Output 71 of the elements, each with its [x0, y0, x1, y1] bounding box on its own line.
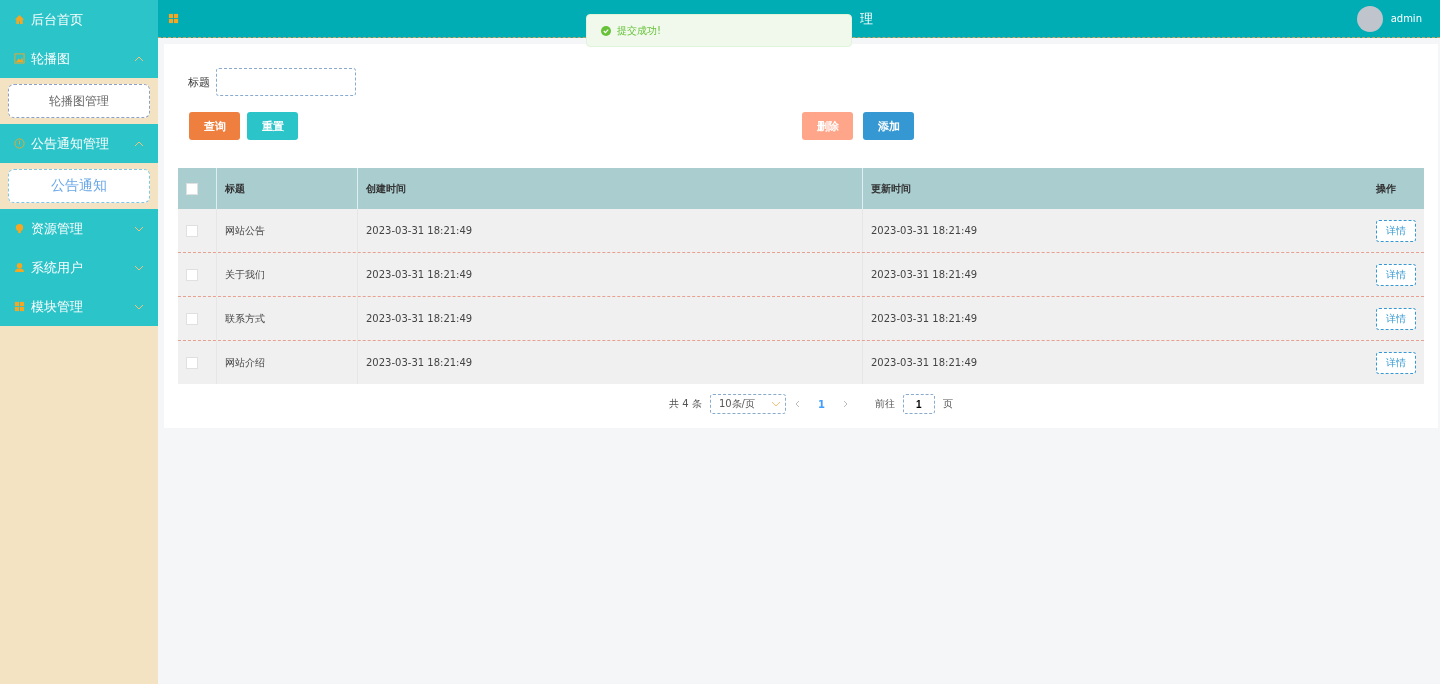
chevron-up-icon	[134, 55, 144, 62]
title-input[interactable]	[216, 68, 356, 96]
prev-icon[interactable]	[793, 400, 800, 408]
menu-item[interactable]: 资源管理	[0, 209, 158, 248]
home-icon	[14, 14, 25, 25]
page-suffix: 页	[942, 397, 953, 411]
menu-item[interactable]: 轮播图	[0, 39, 158, 78]
menu-label: 轮播图	[31, 49, 71, 68]
row-checkbox[interactable]	[186, 356, 198, 369]
reset-button[interactable]: 重置	[247, 112, 298, 140]
menu-label: 资源管理	[31, 219, 84, 238]
query-button[interactable]: 查询	[189, 112, 240, 140]
table-cell: 2023-03-31 18:21:49	[871, 313, 978, 324]
menu-label: 系统用户	[31, 258, 84, 277]
info-icon	[14, 138, 25, 149]
table-cell: 网站公告	[225, 223, 265, 238]
menu-label: 后台首页	[31, 10, 84, 29]
page-size-select[interactable]: 10条/页	[709, 394, 786, 414]
chevron-down-icon	[134, 303, 144, 310]
select-all-checkbox[interactable]	[186, 182, 198, 195]
table-cell: 2023-03-31 18:21:49	[366, 313, 473, 324]
field-label: 标题	[188, 74, 210, 90]
grid-icon	[14, 301, 25, 312]
avatar[interactable]	[1356, 5, 1383, 32]
table-cell: 关于我们	[225, 267, 265, 282]
menu-item[interactable]: 模块管理	[0, 287, 158, 326]
column-header: 更新时间	[871, 181, 911, 196]
menu-label: 模块管理	[31, 297, 84, 316]
chevron-down-icon	[770, 401, 781, 407]
row-checkbox[interactable]	[186, 268, 198, 281]
table-cell: 2023-03-31 18:21:49	[366, 225, 473, 236]
bulb-icon	[14, 223, 25, 234]
image-icon	[14, 53, 25, 64]
submenu-item[interactable]: 公告通知	[8, 169, 150, 203]
detail-button[interactable]: 详情	[1376, 351, 1416, 374]
table-cell: 2023-03-31 18:21:49	[366, 269, 473, 280]
column-header: 标题	[225, 181, 245, 196]
check-circle-icon	[601, 25, 611, 36]
user-icon	[14, 262, 25, 273]
table-cell: 联系方式	[225, 311, 265, 326]
toast-message: 提交成功!	[617, 23, 661, 38]
submenu-item[interactable]: 轮播图管理	[8, 84, 150, 118]
grid-icon	[168, 13, 179, 24]
menu-label: 公告通知管理	[31, 134, 110, 153]
detail-button[interactable]: 详情	[1376, 263, 1416, 286]
row-checkbox[interactable]	[186, 312, 198, 325]
chevron-down-icon	[134, 225, 144, 232]
row-checkbox[interactable]	[186, 224, 198, 237]
user-name[interactable]: admin	[1390, 13, 1422, 24]
table-cell: 2023-03-31 18:21:49	[871, 357, 978, 368]
add-button[interactable]: 添加	[863, 112, 914, 140]
table-cell: 2023-03-31 18:21:49	[366, 357, 473, 368]
column-header: 操作	[1376, 181, 1396, 196]
total-count: 共 4 条	[669, 397, 702, 411]
page-number[interactable]: 1	[817, 398, 825, 410]
table-cell: 2023-03-31 18:21:49	[871, 225, 978, 236]
table-cell: 网站介绍	[225, 355, 265, 370]
next-icon[interactable]	[842, 400, 849, 408]
delete-button[interactable]: 删除	[802, 112, 853, 140]
table-cell: 2023-03-31 18:21:49	[871, 269, 978, 280]
menu-item[interactable]: 后台首页	[0, 0, 158, 39]
header-title: 理	[860, 10, 873, 28]
goto-label: 前往	[874, 397, 895, 411]
page-input[interactable]: 1	[902, 394, 935, 414]
chevron-up-icon	[134, 140, 144, 147]
menu-item[interactable]: 公告通知管理	[0, 124, 158, 163]
column-header: 创建时间	[366, 181, 406, 196]
menu-item[interactable]: 系统用户	[0, 248, 158, 287]
detail-button[interactable]: 详情	[1376, 219, 1416, 242]
chevron-down-icon	[134, 264, 144, 271]
detail-button[interactable]: 详情	[1376, 307, 1416, 330]
